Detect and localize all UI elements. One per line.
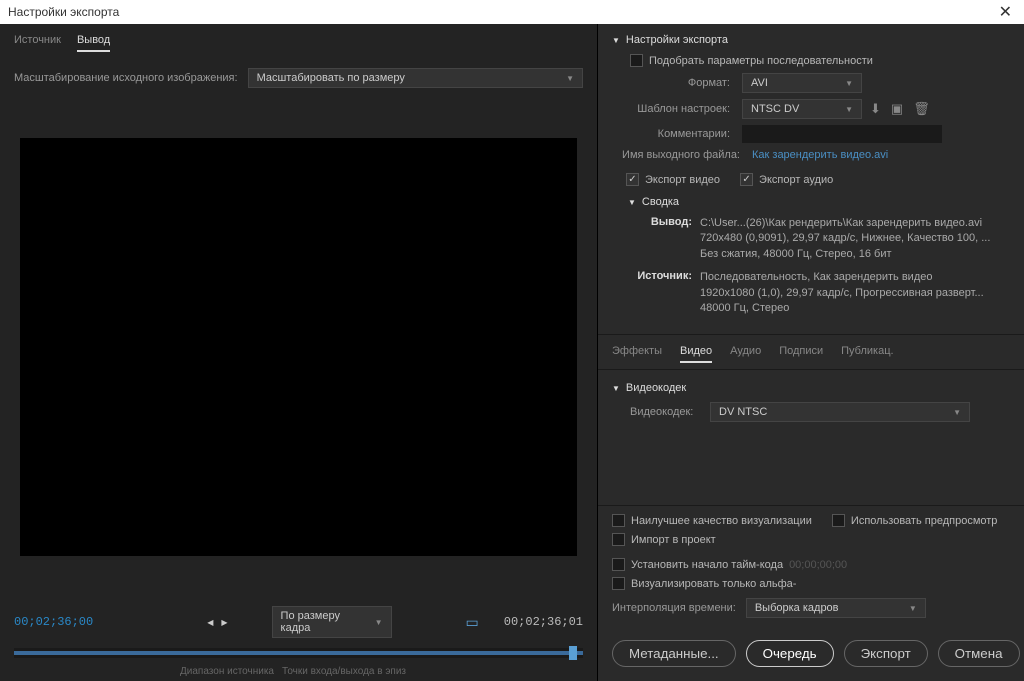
chevron-down-icon: ▼ (566, 74, 574, 83)
queue-button[interactable]: Очередь (746, 640, 834, 667)
codec-header[interactable]: ▼ Видеокодек (612, 382, 1020, 394)
set-start-tc-checkbox[interactable] (612, 558, 625, 571)
source-range-label: Диапазон источника (180, 666, 274, 677)
import-preset-icon[interactable]: ▣ (891, 101, 903, 117)
interp-dropdown[interactable]: Выборка кадров ▼ (746, 598, 926, 618)
codec-dropdown[interactable]: DV NTSC ▼ (710, 402, 970, 422)
chevron-down-icon: ▼ (375, 618, 383, 627)
prev-frame-icon[interactable]: ◀ (205, 616, 215, 629)
timecode-start[interactable]: 00;02;36;00 (14, 615, 93, 629)
window-title: Настройки экспорта (8, 5, 119, 19)
preset-label: Шаблон настроек: (612, 103, 742, 115)
format-dropdown[interactable]: AVI ▼ (742, 73, 862, 93)
source-range-value[interactable]: Точки входа/выхода в эпиз (282, 666, 406, 677)
fit-dropdown[interactable]: По размеру кадра ▼ (272, 606, 392, 638)
chevron-down-icon: ▼ (909, 604, 917, 613)
cancel-button[interactable]: Отмена (938, 640, 1020, 667)
close-icon[interactable]: ✕ (995, 2, 1016, 22)
preview-panel: Источник Вывод Масштабирование исходного… (0, 24, 598, 681)
tab-output[interactable]: Вывод (77, 34, 110, 52)
subtab-audio[interactable]: Аудио (730, 345, 761, 363)
subtab-captions[interactable]: Подписи (779, 345, 823, 363)
format-label: Формат: (612, 77, 742, 89)
chevron-down-icon: ▼ (612, 36, 620, 45)
metadata-button[interactable]: Метаданные... (612, 640, 736, 667)
export-settings-header[interactable]: ▼ Настройки экспорта (612, 34, 1020, 46)
summary-source-text: Последовательность, Как зарендерить виде… (700, 270, 1020, 316)
scaling-label: Масштабирование исходного изображения: (14, 72, 238, 84)
output-name-label: Имя выходного файла: (612, 149, 752, 161)
video-preview[interactable] (20, 138, 577, 556)
save-preset-icon[interactable]: ⬇ (870, 101, 881, 117)
titlebar: Настройки экспорта ✕ (0, 0, 1024, 24)
subtab-effects[interactable]: Эффекты (612, 345, 662, 363)
chevron-down-icon: ▼ (845, 105, 853, 114)
subtab-video[interactable]: Видео (680, 345, 712, 363)
codec-label: Видеокодек: (630, 406, 710, 418)
settings-panel: ▼ Настройки экспорта Подобрать параметры… (598, 24, 1024, 681)
export-button[interactable]: Экспорт (844, 640, 928, 667)
chevron-down-icon: ▼ (612, 384, 620, 393)
import-project-checkbox[interactable] (612, 533, 625, 546)
comment-input[interactable] (742, 125, 942, 143)
chevron-down-icon: ▼ (953, 408, 961, 417)
subtab-publish[interactable]: Публикац. (841, 345, 893, 363)
preset-dropdown[interactable]: NTSC DV ▼ (742, 99, 862, 119)
summary-header[interactable]: ▼ Сводка (628, 196, 1020, 208)
playhead[interactable] (569, 646, 577, 660)
chevron-down-icon: ▼ (628, 198, 636, 207)
next-frame-icon[interactable]: ▶ (219, 616, 229, 629)
comment-label: Комментарии: (612, 128, 742, 140)
best-quality-checkbox[interactable] (612, 514, 625, 527)
chevron-down-icon: ▼ (845, 79, 853, 88)
tab-source[interactable]: Источник (14, 34, 61, 52)
match-sequence-checkbox[interactable] (630, 54, 643, 67)
summary-output-label: Вывод: (630, 216, 700, 262)
scaling-dropdown[interactable]: Масштабировать по размеру ▼ (248, 68, 583, 88)
interp-label: Интерполяция времени: (612, 602, 746, 614)
alpha-only-checkbox[interactable] (612, 577, 625, 590)
delete-preset-icon[interactable]: 🗑 (913, 101, 930, 117)
use-previews-checkbox[interactable] (832, 514, 845, 527)
export-video-checkbox[interactable] (626, 173, 639, 186)
timecode-end: 00;02;36;01 (504, 615, 583, 629)
match-sequence-label: Подобрать параметры последовательности (649, 55, 873, 67)
summary-source-label: Источник: (630, 270, 700, 316)
aspect-ratio-icon[interactable]: ▭ (464, 612, 481, 633)
render-options: Наилучшее качество визуализации Использо… (598, 505, 1024, 626)
export-audio-checkbox[interactable] (740, 173, 753, 186)
summary-output-text: C:\User...(26)\Как рендерить\Как заренде… (700, 216, 1020, 262)
output-name-link[interactable]: Как зарендерить видео.avi (752, 149, 888, 161)
timeline[interactable] (14, 648, 583, 658)
